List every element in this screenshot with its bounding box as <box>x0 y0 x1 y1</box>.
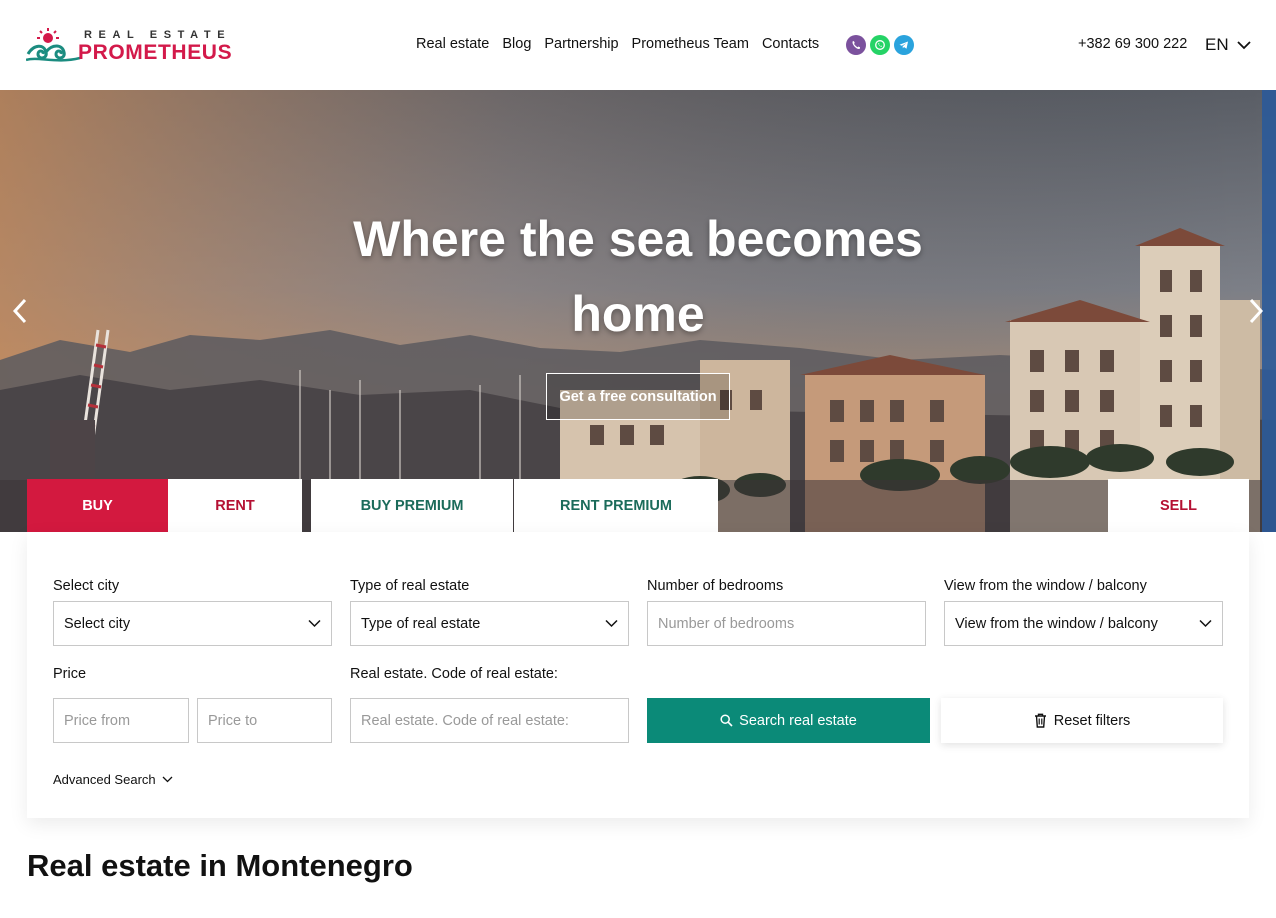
tab-rent[interactable]: RENT <box>168 479 302 532</box>
price-label: Price <box>53 666 87 682</box>
viber-icon[interactable] <box>846 35 866 55</box>
tab-buy[interactable]: BUY <box>27 479 168 532</box>
trash-icon <box>1034 713 1046 728</box>
nav-item-blog[interactable]: Blog <box>502 36 531 52</box>
bedrooms-label: Number of bedrooms <box>647 578 784 594</box>
nav-item-prometheus-team[interactable]: Prometheus Team <box>632 36 749 52</box>
tab-sell[interactable]: SELL <box>1108 479 1249 532</box>
search-button-label: Search real estate <box>739 712 857 729</box>
type-select[interactable]: Type of real estate <box>350 601 629 646</box>
chevron-down-icon <box>308 619 321 628</box>
phone-number[interactable]: +382 69 300 222 <box>1078 36 1187 52</box>
logo-tagline: REAL ESTATE <box>84 29 232 41</box>
tab-rent-premium[interactable]: RENT PREMIUM <box>514 479 718 532</box>
nav-item-partnership[interactable]: Partnership <box>544 36 618 52</box>
whatsapp-icon[interactable] <box>870 35 890 55</box>
view-label: View from the window / balcony <box>944 578 1147 594</box>
view-select[interactable]: View from the window / balcony <box>944 601 1223 646</box>
price-from-placeholder: Price from <box>64 712 131 729</box>
messenger-links <box>846 35 914 55</box>
hero-title: Where the sea becomes home <box>353 211 923 342</box>
language-label: EN <box>1205 35 1229 54</box>
advanced-search-label: Advanced Search <box>53 772 156 787</box>
price-to-input[interactable]: Price to <box>197 698 332 743</box>
search-real-estate-button[interactable]: Search real estate <box>647 698 930 743</box>
type-select-value: Type of real estate <box>361 615 481 632</box>
telegram-icon[interactable] <box>894 35 914 55</box>
price-to-placeholder: Price to <box>208 712 258 729</box>
hero-banner: Where the sea becomes home Get a free co… <box>0 90 1276 532</box>
price-from-input[interactable]: Price from <box>53 698 189 743</box>
tab-buy-premium[interactable]: BUY PREMIUM <box>311 479 513 532</box>
bedrooms-input[interactable]: Number of bedrooms <box>647 601 926 646</box>
sun-waves-logo-icon <box>26 28 81 62</box>
type-label: Type of real estate <box>350 578 470 594</box>
section-title: Real estate in Montenegro <box>27 848 413 883</box>
logo-name: PROMETHEUS <box>78 41 233 64</box>
nav-item-real-estate[interactable]: Real estate <box>416 36 489 52</box>
main-nav: Real estate Blog Partnership Prometheus … <box>416 36 832 52</box>
slider-prev-button[interactable] <box>8 296 32 326</box>
city-select[interactable]: Select city <box>53 601 332 646</box>
chevron-down-icon <box>1199 619 1212 628</box>
chevron-down-icon <box>1236 40 1251 49</box>
slider-next-button[interactable] <box>1244 296 1268 326</box>
search-filter-panel: Select city Type of real estate Number o… <box>27 532 1249 818</box>
code-placeholder: Real estate. Code of real estate: <box>361 712 569 729</box>
site-logo[interactable]: REAL ESTATE PROMETHEUS <box>26 26 236 66</box>
site-header: REAL ESTATE PROMETHEUS Real estate Blog … <box>0 0 1276 90</box>
chevron-left-icon <box>12 298 27 324</box>
code-label: Real estate. Code of real estate: <box>350 666 558 682</box>
code-input[interactable]: Real estate. Code of real estate: <box>350 698 629 743</box>
city-label: Select city <box>53 578 120 594</box>
language-selector[interactable]: EN <box>1205 35 1251 55</box>
view-select-value: View from the window / balcony <box>955 615 1158 632</box>
reset-filters-button[interactable]: Reset filters <box>941 698 1223 743</box>
free-consultation-button[interactable]: Get a free consultation <box>546 373 730 420</box>
nav-item-contacts[interactable]: Contacts <box>762 36 819 52</box>
chevron-right-icon <box>1249 298 1264 324</box>
advanced-search-toggle[interactable]: Advanced Search <box>53 772 173 787</box>
chevron-down-icon <box>162 776 173 783</box>
search-icon <box>720 714 733 727</box>
chevron-down-icon <box>605 619 618 628</box>
bedrooms-placeholder: Number of bedrooms <box>658 615 795 632</box>
city-select-value: Select city <box>64 615 131 632</box>
reset-button-label: Reset filters <box>1053 712 1131 729</box>
